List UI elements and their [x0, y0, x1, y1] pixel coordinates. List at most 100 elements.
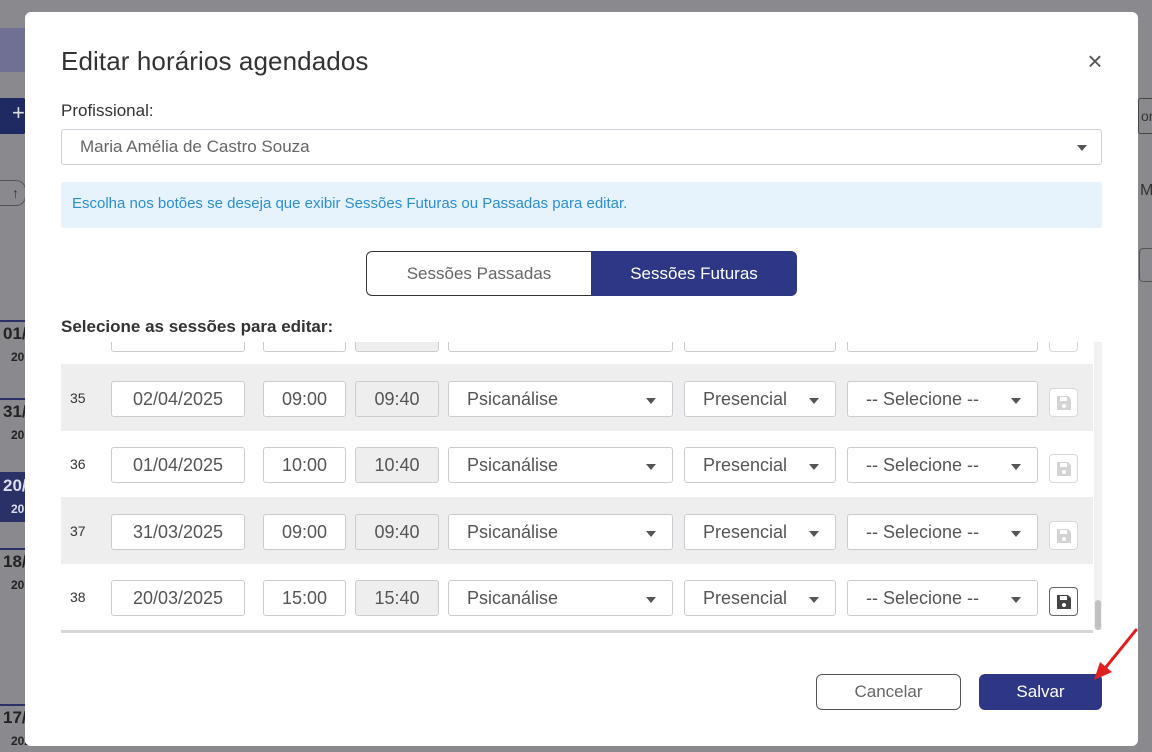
- mode-select[interactable]: Presencial: [684, 514, 836, 550]
- chevron-down-icon: [1011, 597, 1021, 603]
- end-time-field: 09:40: [355, 514, 439, 550]
- background-day-item: 31/20: [0, 398, 27, 448]
- option-select[interactable]: -- Selecione --: [847, 381, 1038, 417]
- end-time-field: 10:40: [355, 447, 439, 483]
- modal-title: Editar horários agendados: [61, 46, 369, 76]
- save-row-button[interactable]: [1049, 342, 1078, 352]
- option-value: -- Selecione --: [866, 588, 980, 608]
- background-right-button: om: [1138, 98, 1152, 134]
- service-select[interactable]: [448, 342, 673, 352]
- session-toggle: Sessões Passadas Sessões Futuras: [366, 251, 797, 296]
- background-year: 20: [11, 428, 25, 442]
- chevron-down-icon: [809, 531, 819, 537]
- mode-value: Presencial: [703, 588, 788, 608]
- future-sessions-button[interactable]: Sessões Futuras: [591, 251, 797, 296]
- service-select[interactable]: Psicanálise: [448, 514, 673, 550]
- chevron-down-icon: [646, 531, 656, 537]
- service-value: Psicanálise: [467, 455, 559, 475]
- professional-select-value: Maria Amélia de Castro Souza: [80, 137, 310, 156]
- start-time-input[interactable]: 09:00: [263, 381, 346, 417]
- start-time-input[interactable]: 10:00: [263, 447, 346, 483]
- row-number: 35: [70, 390, 86, 406]
- background-day: 17/: [3, 708, 27, 727]
- background-day: 20/: [3, 476, 27, 495]
- option-value: -- Selecione --: [866, 522, 980, 542]
- option-value: -- Selecione --: [866, 389, 980, 409]
- mode-select[interactable]: Presencial: [684, 381, 836, 417]
- start-time-input[interactable]: 09:00: [263, 514, 346, 550]
- service-value: Psicanálise: [467, 389, 559, 409]
- option-select[interactable]: -- Selecione --: [847, 514, 1038, 550]
- annotation-arrow-icon: [1094, 628, 1138, 680]
- sessions-list[interactable]: 35 02/04/2025 09:00 09:40 Psicanálise Pr…: [61, 342, 1102, 634]
- mode-value: Presencial: [703, 522, 788, 542]
- floppy-disk-icon: [1057, 529, 1071, 543]
- background-day-item-active: 20/20: [0, 472, 27, 522]
- plus-icon: +: [12, 100, 25, 125]
- start-time-input[interactable]: 15:00: [263, 580, 346, 616]
- mode-select[interactable]: [684, 342, 836, 352]
- service-value: Psicanálise: [467, 522, 559, 542]
- background-header-strip: [0, 28, 26, 72]
- background-year: 20: [11, 502, 25, 516]
- option-select[interactable]: [847, 342, 1038, 352]
- background-year: 20: [11, 578, 25, 592]
- date-input[interactable]: 31/03/2025: [111, 514, 245, 550]
- start-time-input[interactable]: [263, 342, 346, 352]
- select-sessions-label: Selecione as sessões para editar:: [61, 317, 334, 336]
- mode-select[interactable]: Presencial: [684, 447, 836, 483]
- mode-value: Presencial: [703, 455, 788, 475]
- option-select[interactable]: -- Selecione --: [847, 580, 1038, 616]
- save-row-button[interactable]: [1049, 587, 1078, 616]
- mode-value: Presencial: [703, 389, 788, 409]
- service-value: Psicanálise: [467, 588, 559, 608]
- chevron-down-icon: [646, 597, 656, 603]
- professional-label: Profissional:: [61, 101, 154, 120]
- end-time-field: [355, 342, 439, 352]
- row-number: 37: [70, 523, 86, 539]
- date-input[interactable]: 20/03/2025: [111, 580, 245, 616]
- background-day-item: 01/20: [0, 320, 27, 370]
- list-bottom-divider: [61, 630, 1093, 633]
- sessions-scrollbar[interactable]: [1094, 342, 1102, 630]
- background-day-item: 18/20: [0, 548, 27, 598]
- save-row-button[interactable]: [1049, 521, 1078, 550]
- date-input[interactable]: [111, 342, 245, 352]
- edit-schedule-modal: Editar horários agendados × Profissional…: [25, 12, 1138, 746]
- session-row: 37 31/03/2025 09:00 09:40 Psicanálise Pr…: [61, 497, 1093, 564]
- chevron-down-icon: [809, 597, 819, 603]
- background-day-item: 17/2025: [0, 704, 38, 752]
- end-time-field: 09:40: [355, 381, 439, 417]
- cancel-button[interactable]: Cancelar: [816, 674, 961, 710]
- background-add-button: +: [0, 98, 26, 134]
- session-row: 35 02/04/2025 09:00 09:40 Psicanálise Pr…: [61, 364, 1093, 431]
- background-year: 20: [11, 350, 25, 364]
- service-select[interactable]: Psicanálise: [448, 447, 673, 483]
- background-sort-arrow-icon: ↑: [0, 180, 26, 206]
- chevron-down-icon: [809, 464, 819, 470]
- save-row-button[interactable]: [1049, 388, 1078, 417]
- date-input[interactable]: 02/04/2025: [111, 381, 245, 417]
- background-right-label: M: [1140, 182, 1152, 199]
- option-value: -- Selecione --: [866, 455, 980, 475]
- close-icon[interactable]: ×: [1083, 48, 1107, 74]
- chevron-down-icon: [1011, 531, 1021, 537]
- floppy-disk-icon: [1057, 396, 1071, 410]
- chevron-down-icon: [1011, 398, 1021, 404]
- chevron-down-icon: [646, 398, 656, 404]
- session-row: 38 20/03/2025 15:00 15:40 Psicanálise Pr…: [61, 563, 1093, 630]
- save-button[interactable]: Salvar: [979, 674, 1102, 710]
- floppy-disk-icon: [1057, 595, 1071, 609]
- past-sessions-button[interactable]: Sessões Passadas: [366, 251, 591, 296]
- professional-select[interactable]: Maria Amélia de Castro Souza: [61, 129, 1102, 165]
- mode-select[interactable]: Presencial: [684, 580, 836, 616]
- save-row-button[interactable]: [1049, 454, 1078, 483]
- row-number: 38: [70, 589, 86, 605]
- end-time-field: 15:40: [355, 580, 439, 616]
- option-select[interactable]: -- Selecione --: [847, 447, 1038, 483]
- service-select[interactable]: Psicanálise: [448, 580, 673, 616]
- background-day: 01/: [3, 324, 27, 343]
- background-day: 31/: [3, 402, 27, 421]
- date-input[interactable]: 01/04/2025: [111, 447, 245, 483]
- service-select[interactable]: Psicanálise: [448, 381, 673, 417]
